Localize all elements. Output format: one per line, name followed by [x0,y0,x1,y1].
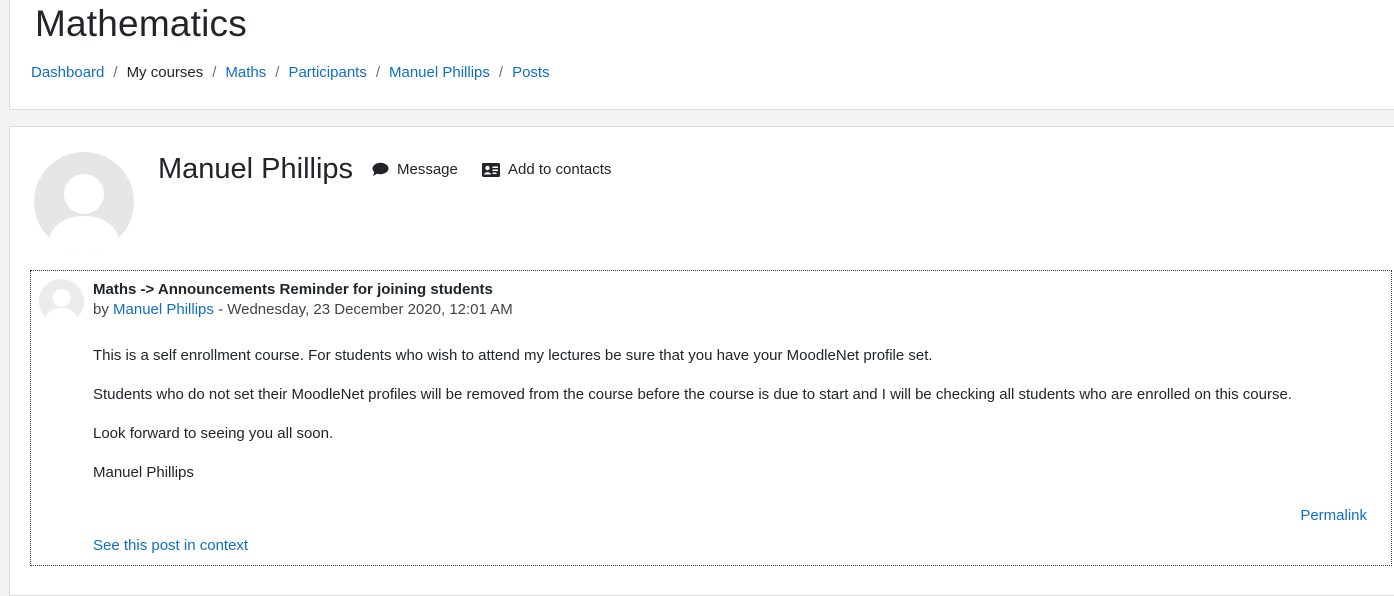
byline-prefix: by [93,301,109,318]
breadcrumb-participants[interactable]: Participants [288,64,366,81]
profile-name: Manuel Phillips [158,153,354,185]
see-in-context-link[interactable]: See this post in context [93,537,248,554]
speech-bubble-icon [372,162,389,176]
address-card-icon [482,162,500,177]
breadcrumb-separator: / [275,64,280,81]
post-byline: by Manuel Phillips - Wednesday, 23 Decem… [93,301,513,318]
post-paragraph: Students who do not set their MoodleNet … [93,386,1292,403]
post-subject: Maths -> Announcements Reminder for join… [93,281,493,298]
breadcrumb-separator: / [212,64,217,81]
user-silhouette-icon [44,289,79,324]
post-signature: Manuel Phillips [93,464,194,481]
add-to-contacts-label: Add to contacts [508,161,612,178]
message-button[interactable]: Message [372,161,458,178]
breadcrumb-separator: / [498,64,504,81]
post-author-avatar[interactable] [39,279,84,324]
user-silhouette-icon [46,174,122,252]
message-label: Message [397,161,458,178]
breadcrumb: Dashboard / My courses / Maths / Partici… [31,64,550,81]
post-date: - Wednesday, 23 December 2020, 12:01 AM [213,301,513,318]
post-body: This is a self enrollment course. For st… [93,346,1373,502]
avatar[interactable] [34,152,134,252]
main-content: Manuel Phillips Message Add to contacts … [9,126,1394,596]
breadcrumb-dashboard[interactable]: Dashboard [31,64,104,81]
permalink-link[interactable]: Permalink [1300,507,1367,524]
breadcrumb-separator: / [375,64,380,81]
forum-post: Maths -> Announcements Reminder for join… [30,270,1392,566]
post-author-link[interactable]: Manuel Phillips [113,301,214,318]
breadcrumb-user[interactable]: Manuel Phillips [389,64,490,81]
breadcrumb-posts[interactable]: Posts [512,64,550,81]
breadcrumb-separator: / [113,64,118,81]
page-header: Mathematics Dashboard / My courses / Mat… [9,0,1394,110]
post-paragraph: This is a self enrollment course. For st… [93,347,933,364]
post-paragraph: Look forward to seeing you all soon. [93,425,334,442]
add-to-contacts-button[interactable]: Add to contacts [482,161,611,178]
breadcrumb-maths[interactable]: Maths [225,64,266,81]
page-title: Mathematics [35,3,247,44]
breadcrumb-my-courses: My courses [126,64,204,81]
